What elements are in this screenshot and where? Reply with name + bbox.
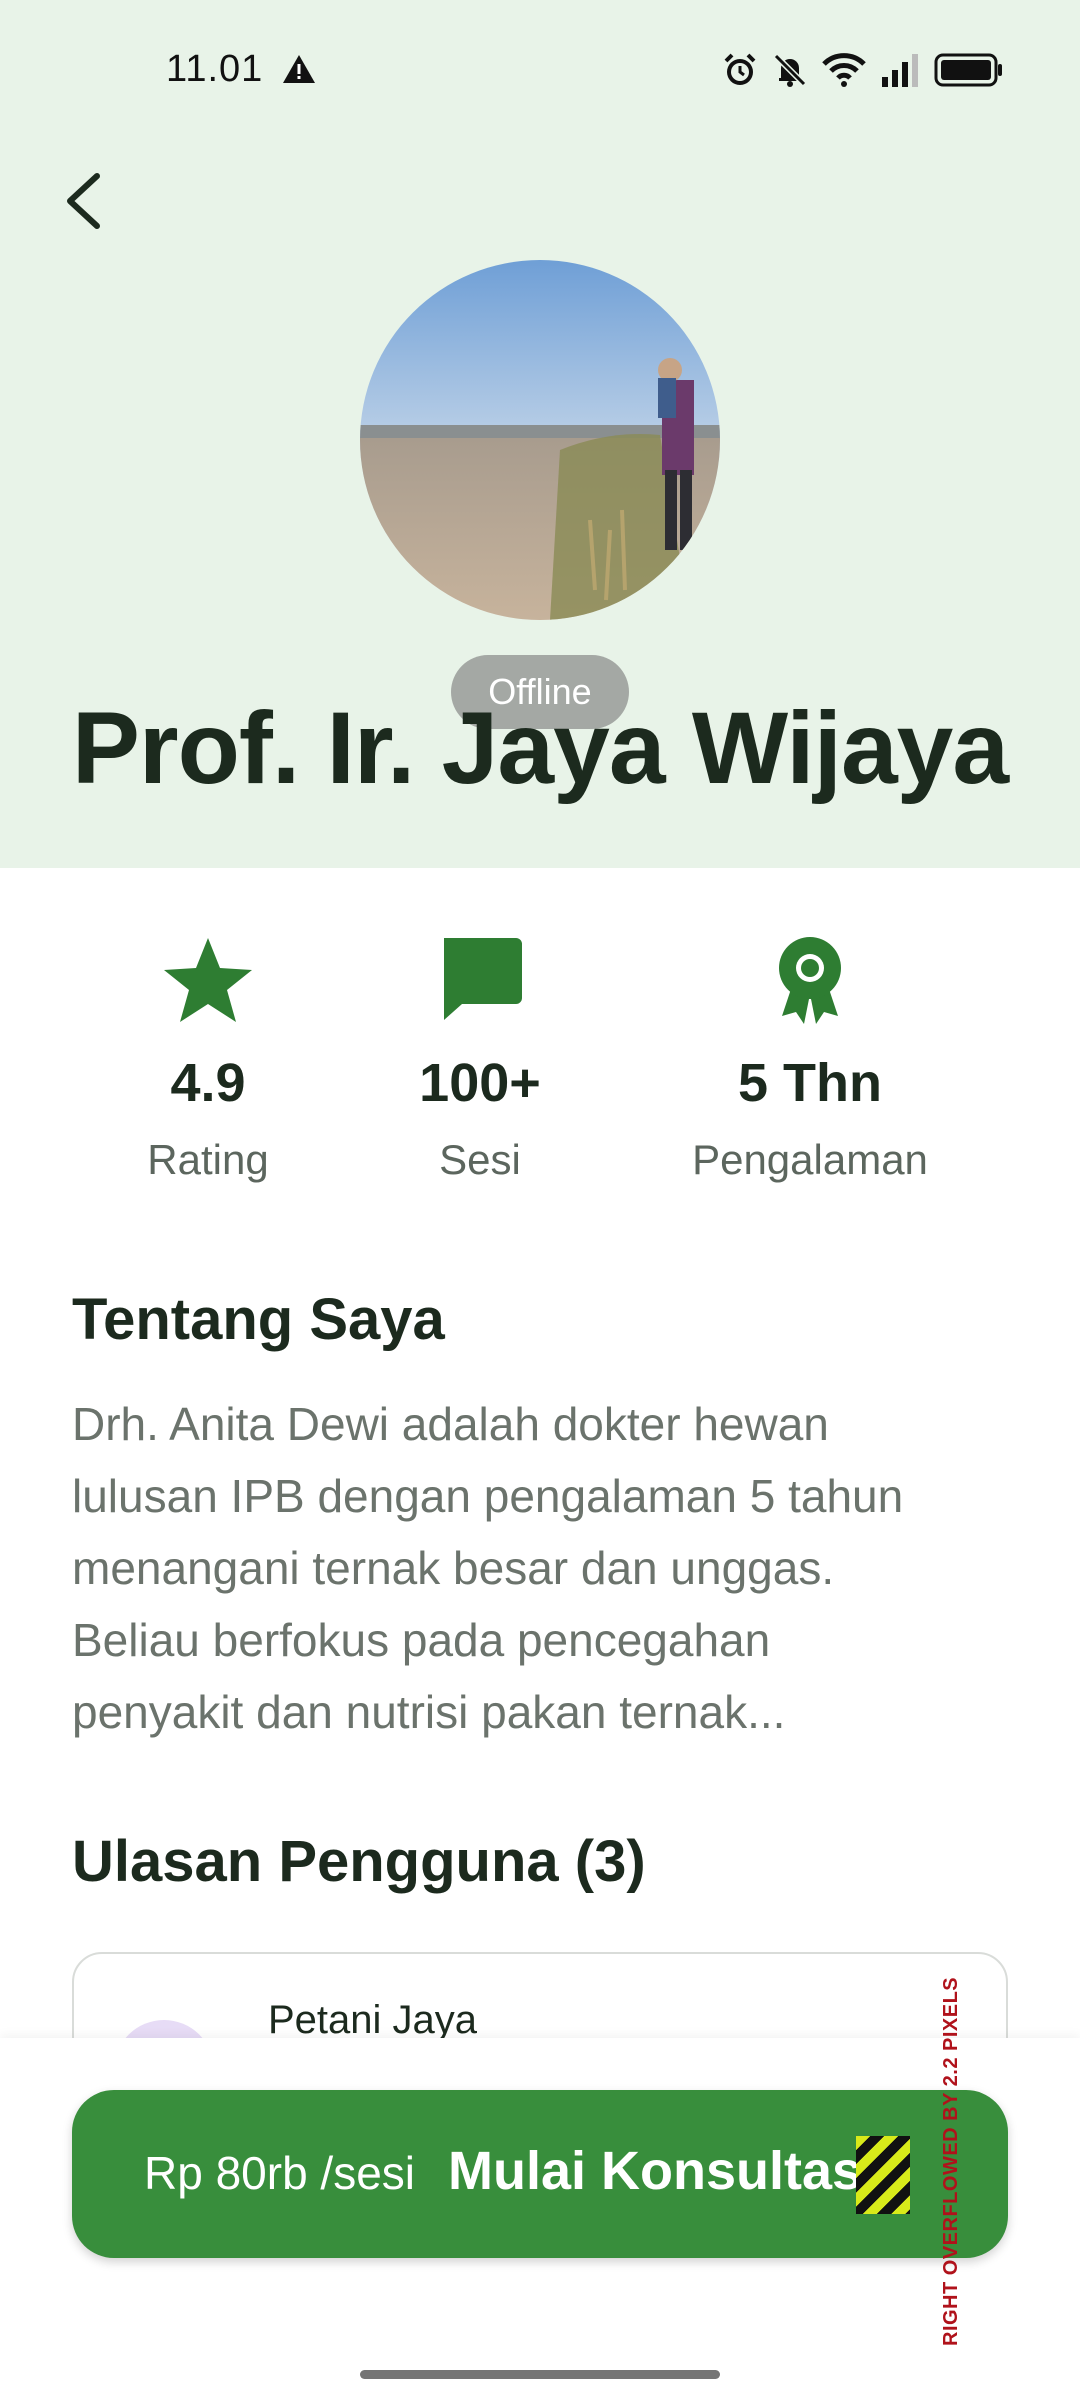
- award-icon: [774, 930, 846, 1030]
- stat-sessions: 100+ Sesi: [382, 930, 578, 1184]
- status-time: 11.01: [166, 48, 264, 90]
- star-icon: [162, 930, 254, 1030]
- mute-icon: [772, 52, 808, 93]
- stat-label: Rating: [147, 1136, 269, 1183]
- stat-label: Sesi: [439, 1136, 521, 1183]
- about-line: penyakit dan nutrisi pakan ternak...: [72, 1686, 786, 1738]
- expert-name: Prof. Ir. Jaya Wijaya: [71, 691, 1009, 805]
- overflow-warning: RIGHT OVERFLOWED BY 2.2 PIXELS: [940, 1976, 962, 2346]
- about-line: Drh. Anita Dewi adalah dokter hewan: [72, 1398, 829, 1450]
- start-consultation-label: Mulai Konsultasi: [448, 2141, 878, 2201]
- wifi-icon: [822, 52, 866, 93]
- stats-row: 4.9 Rating 100+ Sesi 5 Thn Pengalaman: [0, 930, 1080, 1210]
- stat-experience: 5 Thn Pengalaman: [660, 930, 960, 1184]
- bottom-action-bar: Rp 80rb /sesi Mulai Konsultasi: [0, 2038, 1080, 2400]
- stat-value: 100+: [419, 1053, 541, 1113]
- stat-label: Pengalaman: [692, 1136, 928, 1183]
- reviews-title: Ulasan Pengguna (3): [72, 1829, 646, 1894]
- overflow-stripe: [856, 2136, 910, 2214]
- about-line: lulusan IPB dengan pengalaman 5 tahun: [72, 1470, 904, 1522]
- back-arrow-icon: [67, 173, 100, 229]
- reviewer-name: Petani Jaya: [268, 1998, 478, 2042]
- stat-value: 5 Thn: [738, 1053, 882, 1113]
- expert-avatar: [360, 260, 720, 620]
- start-consultation-button[interactable]: Rp 80rb /sesi Mulai Konsultasi: [72, 2090, 1008, 2258]
- about-text: Drh. Anita Dewi adalah dokter hewan lulu…: [72, 1388, 1022, 1748]
- back-button[interactable]: [52, 166, 122, 236]
- about-line: Beliau berfokus pada pencegahan: [72, 1614, 771, 1666]
- about-line: menangani ternak besar dan unggas.: [72, 1542, 835, 1594]
- warning-icon: [282, 54, 316, 89]
- about-title: Tentang Saya: [72, 1287, 445, 1352]
- price-label: Rp 80rb /sesi: [144, 2147, 416, 2199]
- signal-icon: [880, 53, 920, 92]
- stat-value: 4.9: [170, 1053, 246, 1113]
- stat-rating: 4.9 Rating: [110, 930, 306, 1184]
- alarm-icon: [722, 52, 758, 93]
- chat-icon: [436, 930, 524, 1030]
- battery-icon: [934, 53, 1004, 92]
- status-bar: 11.01: [0, 0, 1080, 140]
- home-indicator[interactable]: [360, 2370, 720, 2379]
